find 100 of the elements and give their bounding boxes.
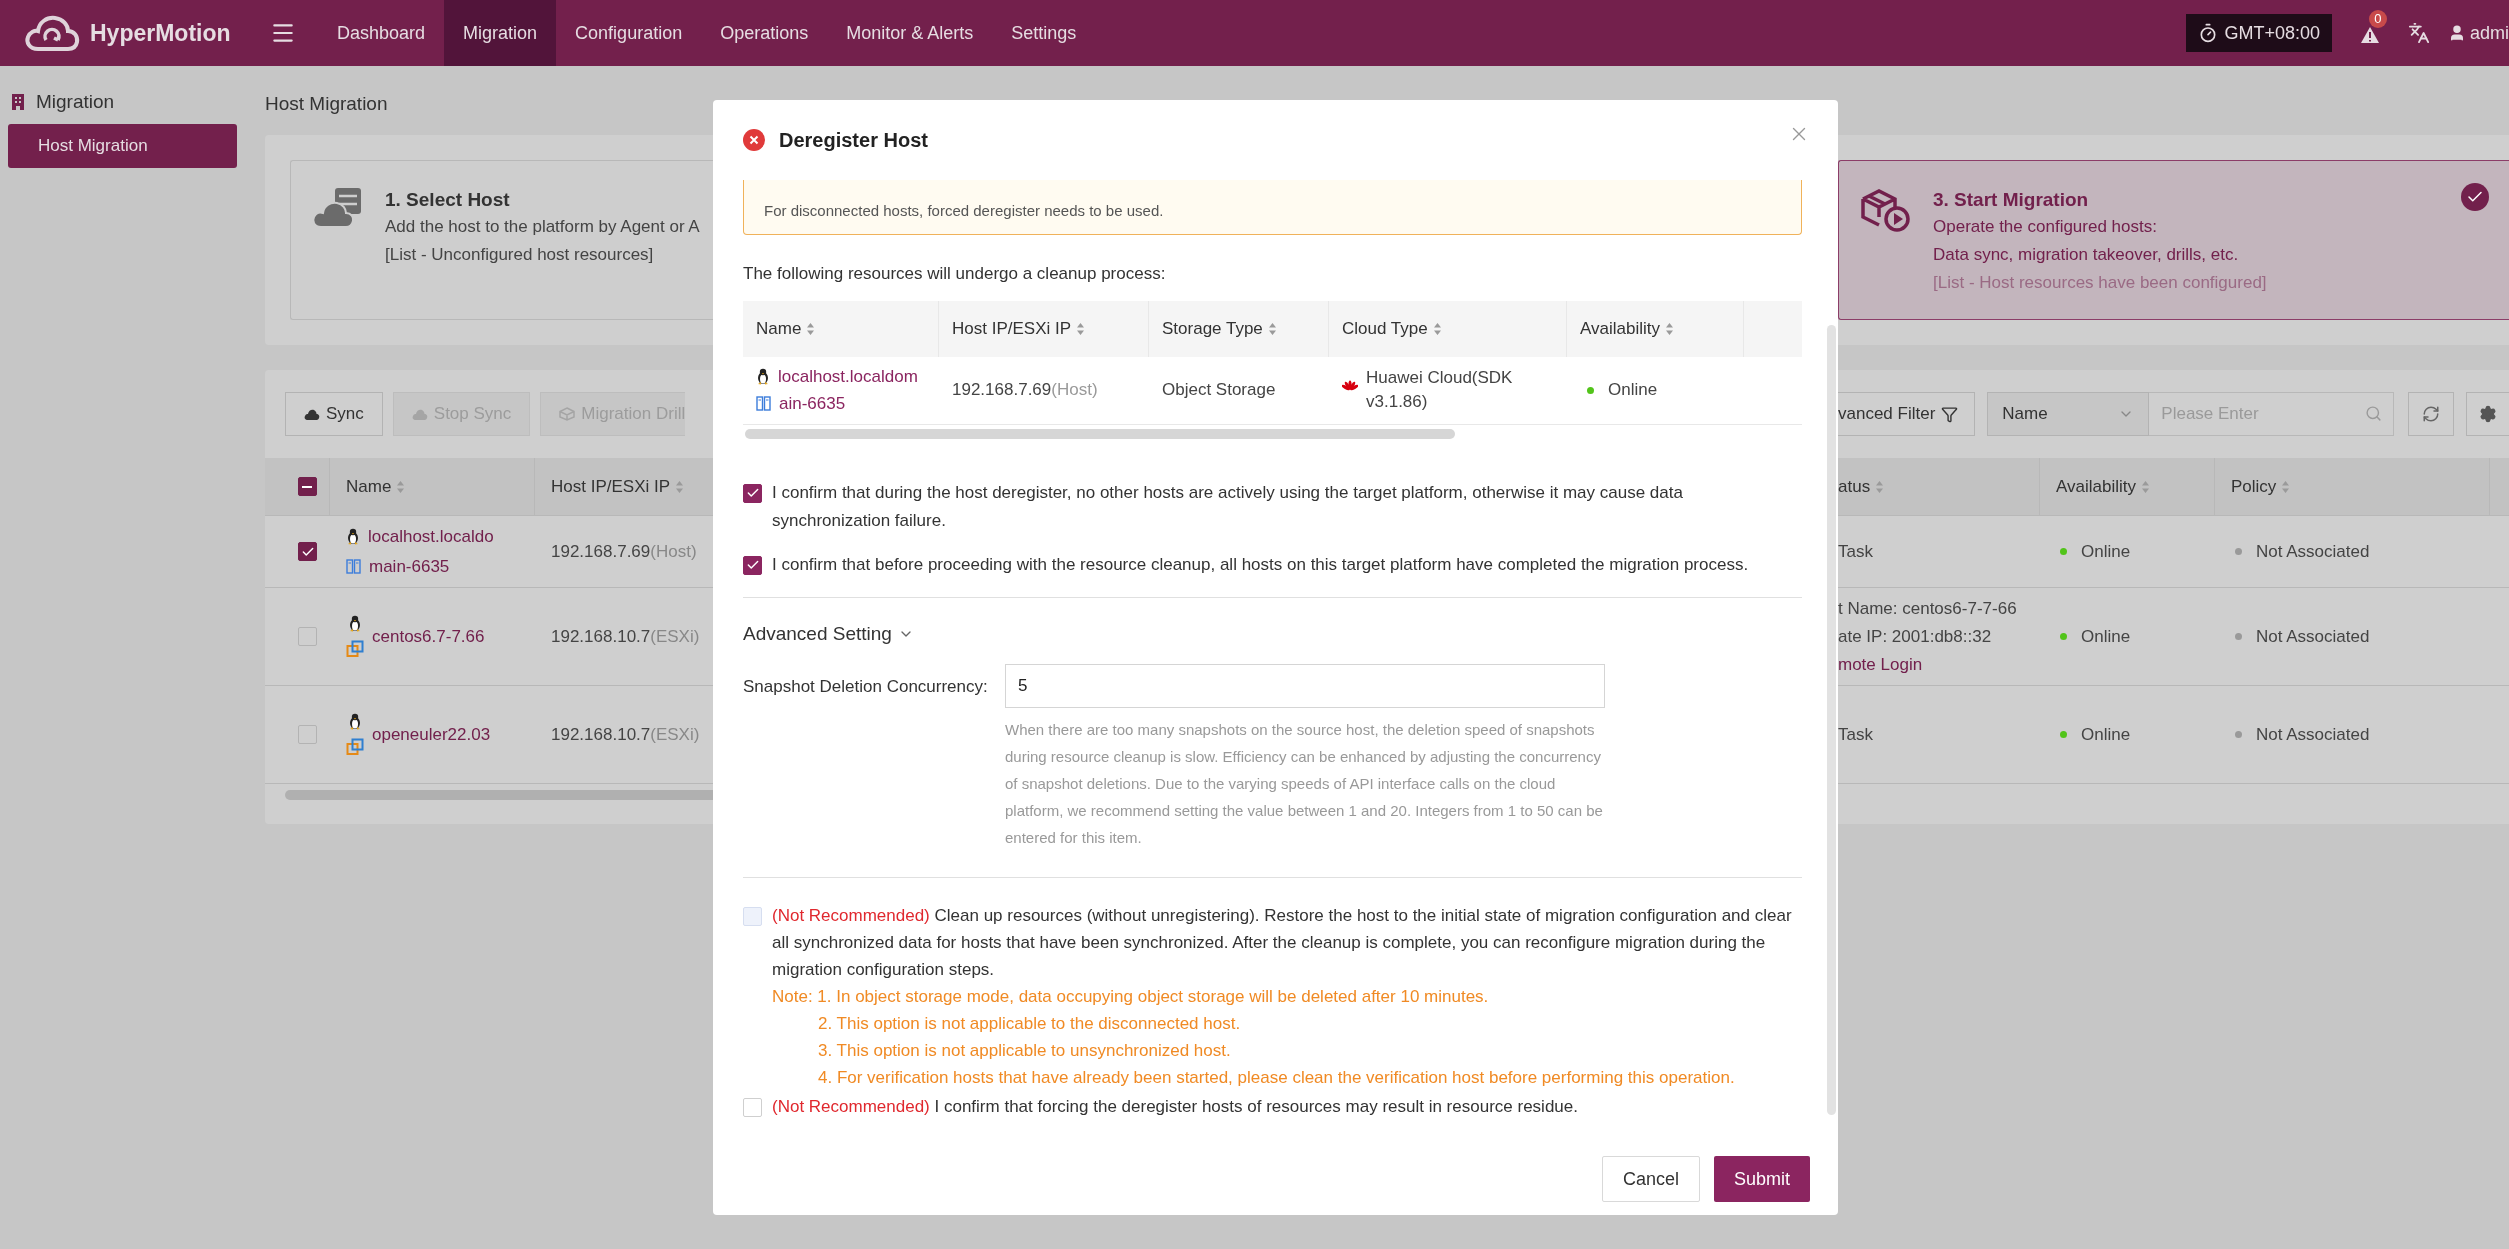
checkbox[interactable] bbox=[298, 725, 317, 744]
advanced-filter-button[interactable]: vanced Filter bbox=[1838, 392, 1976, 436]
nav-tab[interactable]: Monitor & Alerts bbox=[827, 0, 993, 66]
nav-tab[interactable]: Dashboard bbox=[318, 0, 445, 66]
cancel-button[interactable]: Cancel bbox=[1601, 1156, 1700, 1202]
note-text: 2. This option is not applicable to the disconnected host. bbox=[817, 1013, 1242, 1035]
host-ip: 192.168.7.69(Host) bbox=[551, 541, 697, 561]
host-name-link[interactable]: ain-6635 bbox=[779, 391, 846, 417]
note-text: 4. For verification hosts that have already been started, please clean the verification host before performing this operation. bbox=[817, 1067, 1736, 1089]
sort-icon[interactable] bbox=[1432, 321, 1442, 336]
sort-icon[interactable] bbox=[675, 479, 685, 494]
nav-tab[interactable]: Configuration bbox=[556, 0, 702, 66]
storage-type: Object Storage bbox=[1162, 380, 1276, 400]
column-header: Host IP/ESXi IP bbox=[551, 475, 671, 498]
checkbox[interactable] bbox=[298, 627, 317, 646]
settings-button[interactable] bbox=[2466, 392, 2509, 436]
cube-icon bbox=[559, 407, 576, 421]
step-card[interactable]: 3. Start Migration Operate the configured hosts: Data sync, migration takeover, drills, etc. [List - Host resources have been configured] bbox=[1838, 160, 2509, 320]
sort-icon[interactable] bbox=[1875, 479, 1885, 494]
page-title: Host Migration bbox=[265, 92, 389, 116]
cleanup-intro: The following resources will undergo a cleanup process: bbox=[743, 263, 1167, 285]
checkbox[interactable] bbox=[297, 477, 317, 496]
confirm-text: I confirm that before proceeding with the resource cleanup, all hosts on this target platform have completed the migration process. bbox=[772, 553, 1749, 576]
sort-icon[interactable] bbox=[1267, 321, 1277, 336]
column-header: Availability bbox=[2056, 475, 2136, 498]
search-icon[interactable] bbox=[2365, 405, 2383, 422]
horizontal-scrollbar[interactable] bbox=[285, 790, 713, 800]
sidebar-section-title: Migration bbox=[36, 89, 115, 114]
user-icon bbox=[2448, 24, 2466, 42]
host-ip: 192.168.10.7(ESXi) bbox=[551, 626, 700, 646]
remote-login-link[interactable]: mote Login bbox=[1838, 650, 2040, 679]
error-circle-icon bbox=[743, 129, 765, 151]
sort-icon[interactable] bbox=[2141, 479, 2150, 494]
host-ip: 192.168.10.7(ESXi) bbox=[551, 724, 700, 744]
brand-name: HyperMotion bbox=[90, 18, 231, 48]
vertical-scrollbar[interactable] bbox=[1827, 325, 1836, 1115]
overlapping-squares-icon bbox=[346, 640, 364, 658]
column-header: Name bbox=[346, 475, 392, 498]
sort-icon[interactable] bbox=[1076, 321, 1086, 336]
status-text: Task bbox=[1838, 540, 1874, 563]
notification-count: 0 bbox=[2369, 10, 2387, 28]
column-header: Policy bbox=[2231, 475, 2277, 498]
help-text: When there are too many snapshots on the source host, the deletion speed of snapshots during resource cleanup is slow. Efficiency can be enhanced by adjusting the concurrency of snapshot deletions. Due to the varying speeds of API interface calls on the cloud platform, we recommend setting the value between 1 and 20. Integers from 1 to 50 can be entered for this item. bbox=[1005, 720, 1604, 848]
box-play-icon bbox=[1859, 187, 1911, 233]
column-header: atus bbox=[1838, 475, 1871, 498]
column-header: Availability bbox=[1580, 317, 1660, 340]
advanced-setting-toggle[interactable]: Advanced Setting bbox=[743, 619, 892, 648]
availability-text: Online bbox=[2081, 540, 2131, 563]
sort-icon[interactable] bbox=[396, 479, 406, 494]
translate-icon[interactable] bbox=[2408, 22, 2430, 44]
policy-text: Not Associated bbox=[2256, 625, 2370, 648]
checkbox[interactable] bbox=[743, 555, 762, 575]
horizontal-scrollbar[interactable] bbox=[745, 428, 1455, 439]
policy-text: Not Associated bbox=[2256, 540, 2370, 563]
building-icon bbox=[10, 93, 26, 111]
step-list-link[interactable]: [List - Unconfigured host resources] bbox=[385, 241, 713, 269]
submit-button[interactable]: Submit bbox=[1713, 1156, 1810, 1202]
timezone-button[interactable]: GMT+08:00 bbox=[2186, 14, 2332, 52]
host-name-link[interactable]: main-6635 bbox=[369, 553, 450, 579]
column-header: Storage Type bbox=[1162, 317, 1263, 340]
host-name-link[interactable]: openeuler22.03 bbox=[372, 721, 491, 748]
toolbar-button[interactable]: Sync bbox=[285, 392, 383, 436]
checkbox[interactable] bbox=[743, 483, 762, 503]
cloud-server-icon bbox=[311, 187, 363, 229]
notice-text: For disconnected hosts, forced deregister needs to be used. bbox=[764, 200, 1164, 221]
minus-icon bbox=[302, 485, 312, 488]
sidebar-item[interactable]: Host Migration bbox=[8, 124, 237, 168]
concurrency-input[interactable]: 5 bbox=[1005, 664, 1605, 708]
column-header: Name bbox=[756, 317, 802, 340]
sort-icon[interactable] bbox=[1665, 321, 1674, 336]
nav-tab[interactable]: Migration bbox=[444, 0, 557, 66]
server-icon bbox=[756, 396, 771, 412]
nav-tab[interactable]: Operations bbox=[701, 0, 828, 66]
check-mark-icon bbox=[745, 558, 760, 572]
sort-icon[interactable] bbox=[2281, 479, 2291, 494]
note-text: Note: 1. In object storage mode, data occupying object storage will be deleted after 10 minutes. bbox=[772, 986, 1490, 1008]
step-card[interactable]: 1. Select Host Add the host to the platform by Agent or A [List - Unconfigured host resources] bbox=[290, 160, 713, 320]
search-field-select[interactable]: Name bbox=[1987, 392, 2150, 436]
status-text: Task bbox=[1838, 723, 1874, 746]
gear-icon bbox=[2479, 405, 2498, 423]
host-ip: 192.168.7.69(Host) bbox=[952, 380, 1098, 400]
host-name-link[interactable]: centos6.7-7.66 bbox=[372, 623, 485, 650]
column-header: Host IP/ESXi IP bbox=[952, 317, 1072, 340]
refresh-icon bbox=[2422, 405, 2441, 423]
user-name[interactable]: admi bbox=[2470, 19, 2509, 47]
host-name-link[interactable]: localhost.localdom bbox=[778, 363, 918, 389]
checkbox[interactable] bbox=[298, 542, 317, 561]
alert-triangle-icon[interactable] bbox=[2360, 26, 2380, 44]
cloud-type: Huawei Cloud(SDK v3.1.86) bbox=[1366, 367, 1514, 413]
step-description: Operate the configured hosts: bbox=[1933, 216, 2158, 238]
filter-icon bbox=[1941, 405, 1959, 423]
nav-tab[interactable]: Settings bbox=[992, 0, 1096, 66]
host-name-link[interactable]: localhost.localdo bbox=[368, 524, 494, 550]
option-text: (Not Recommended) Clean up resources (without unregistering). Restore the host to the initial state of migration configuration and clear all synchronized data for hosts that have been synchronized. After the cleanup is complete, you can reconfigure migration during the migration configuration steps. bbox=[772, 905, 1793, 981]
sort-icon[interactable] bbox=[806, 321, 816, 336]
cloud-logo-icon bbox=[24, 13, 80, 53]
status-text: ate IP: 2001:db8::32 bbox=[1838, 625, 1993, 648]
refresh-button[interactable] bbox=[2408, 392, 2455, 436]
step-title: 3. Start Migration bbox=[1933, 188, 2090, 212]
penguin-icon bbox=[348, 713, 362, 730]
